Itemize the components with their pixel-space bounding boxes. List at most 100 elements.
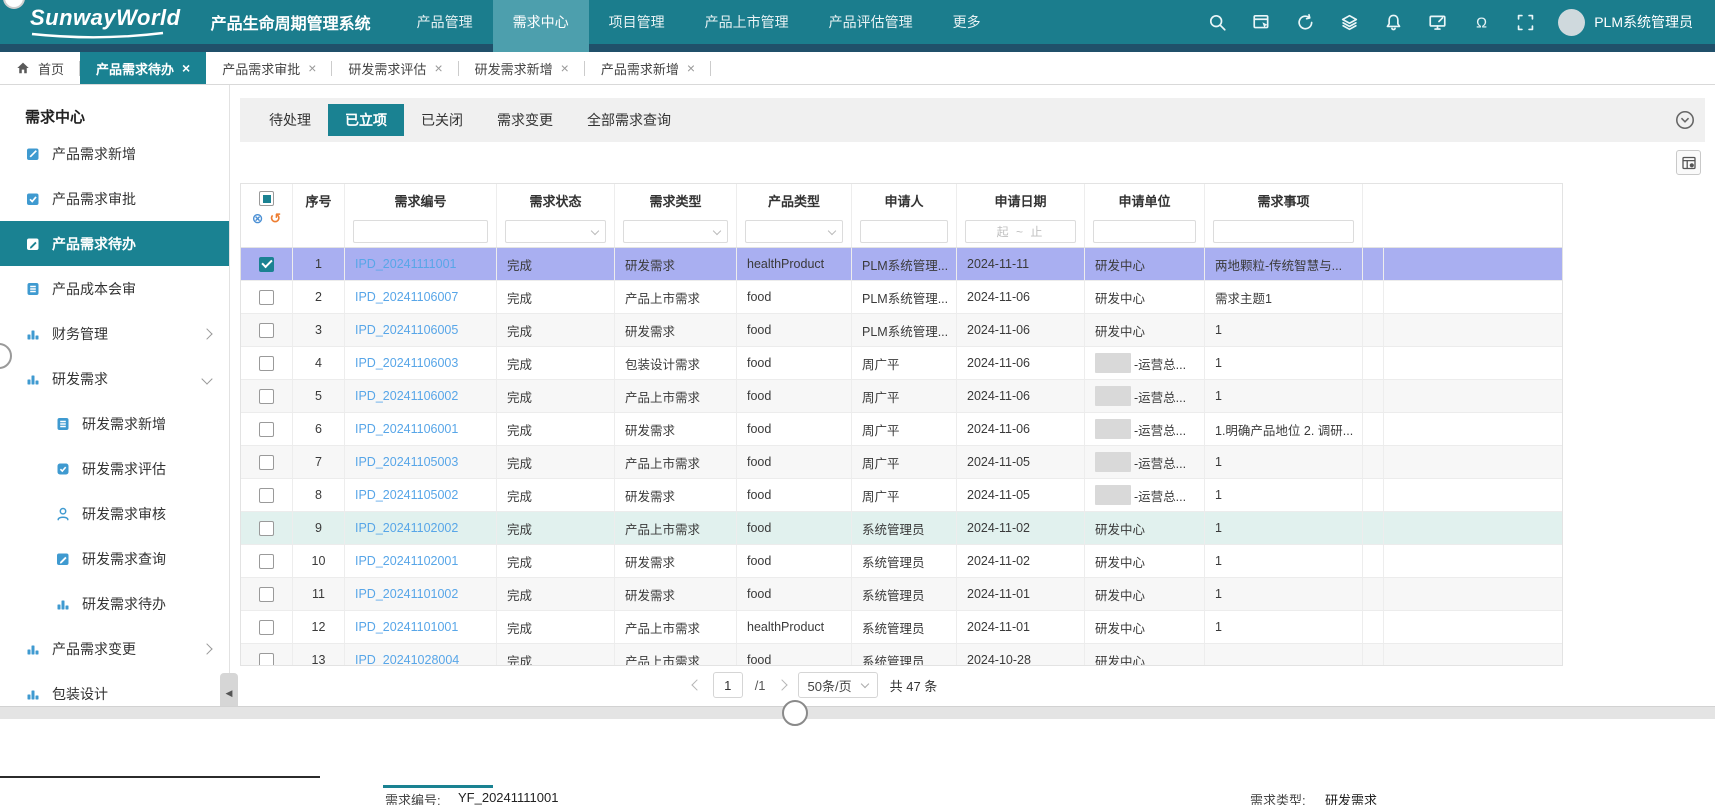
column-header-6[interactable]: 申请人 <box>852 184 957 216</box>
fullscreen-icon[interactable] <box>1510 7 1540 37</box>
row-checkbox[interactable] <box>259 389 274 404</box>
row-checkbox[interactable] <box>259 455 274 470</box>
column-header-4[interactable]: 需求类型 <box>615 184 737 216</box>
nav-item-product-mgmt[interactable]: 产品管理 <box>397 0 493 52</box>
column-header-3[interactable]: 需求状态 <box>497 184 615 216</box>
nav-item-product-launch-mgmt[interactable]: 产品上市管理 <box>685 0 809 52</box>
search-icon[interactable] <box>1202 7 1232 37</box>
filter-input[interactable] <box>353 220 488 243</box>
table-row[interactable]: 12IPD_20241101001完成产品上市需求healthProduct系统… <box>241 611 1562 644</box>
req-id-link[interactable]: IPD_20241106002 <box>355 389 458 403</box>
sidebar-item-finance-mgmt[interactable]: 财务管理 <box>0 311 229 356</box>
window-tab-product-req-todo[interactable]: 产品需求待办× <box>80 52 206 84</box>
subtab-pending[interactable]: 待处理 <box>252 104 328 136</box>
req-id-link[interactable]: IPD_20241101002 <box>355 587 458 601</box>
filter-select[interactable] <box>505 220 606 243</box>
row-checkbox[interactable] <box>259 422 274 437</box>
table-row[interactable]: 9IPD_20241102002完成产品上市需求food系统管理员2024-11… <box>241 512 1562 545</box>
sidebar-item-rd-req-audit[interactable]: 研发需求审核 <box>0 491 229 536</box>
omega-icon[interactable]: Ω <box>1466 7 1496 37</box>
user-box[interactable]: PLM系统管理员 <box>1550 0 1715 52</box>
row-checkbox[interactable] <box>259 587 274 602</box>
table-row[interactable]: 10IPD_20241102001完成研发需求food系统管理员2024-11-… <box>241 545 1562 578</box>
row-checkbox[interactable] <box>259 356 274 371</box>
close-icon[interactable]: × <box>182 61 190 75</box>
table-row[interactable]: 11IPD_20241101002完成研发需求food系统管理员2024-11-… <box>241 578 1562 611</box>
subtab-all-query[interactable]: 全部需求查询 <box>570 104 688 136</box>
tab-home[interactable]: 首页 <box>0 52 80 84</box>
select-all-checkbox[interactable] <box>259 191 274 206</box>
table-row[interactable]: 3IPD_20241106005完成研发需求foodPLM系统管理...2024… <box>241 314 1562 347</box>
table-row[interactable]: 2IPD_20241106007完成产品上市需求foodPLM系统管理...20… <box>241 281 1562 314</box>
table-settings-icon[interactable] <box>1676 150 1701 175</box>
table-row[interactable]: 6IPD_20241106001完成研发需求food周广平2024-11-06-… <box>241 413 1562 446</box>
filter-input[interactable] <box>860 220 948 243</box>
current-page[interactable]: 1 <box>713 672 743 698</box>
column-header-7[interactable]: 申请日期 <box>957 184 1085 216</box>
req-id-link[interactable]: IPD_20241102002 <box>355 521 458 535</box>
row-checkbox[interactable] <box>259 257 274 272</box>
sidebar-item-product-req-add[interactable]: 产品需求新增 <box>0 131 229 176</box>
chevron-down-circle-icon[interactable] <box>1675 110 1695 130</box>
horizontal-splitter[interactable] <box>0 706 1715 719</box>
row-checkbox[interactable] <box>259 488 274 503</box>
nav-item-more[interactable]: 更多 <box>933 0 1001 52</box>
req-id-link[interactable]: IPD_20241111001 <box>355 257 456 271</box>
column-header-8[interactable]: 申请单位 <box>1085 184 1205 216</box>
filter-select[interactable] <box>623 220 728 243</box>
nav-item-project-mgmt[interactable]: 项目管理 <box>589 0 685 52</box>
table-row[interactable]: 7IPD_20241105003完成产品上市需求food周广平2024-11-0… <box>241 446 1562 479</box>
next-page-icon[interactable] <box>776 679 787 690</box>
layers-icon[interactable] <box>1334 7 1364 37</box>
prev-page-icon[interactable] <box>691 679 702 690</box>
sidebar-item-product-req-change[interactable]: 产品需求变更 <box>0 626 229 671</box>
splitter-drag-handle[interactable] <box>782 700 808 726</box>
row-checkbox[interactable] <box>259 620 274 635</box>
req-id-link[interactable]: IPD_20241106001 <box>355 422 458 436</box>
table-row[interactable]: 4IPD_20241106003完成包装设计需求food周广平2024-11-0… <box>241 347 1562 380</box>
window-tab-product-req-add[interactable]: 产品需求新增× <box>585 52 711 84</box>
filter-date-range[interactable]: 起 ~ 止 <box>965 220 1076 243</box>
subtab-closed[interactable]: 已关闭 <box>404 104 480 136</box>
row-checkbox[interactable] <box>259 653 274 666</box>
table-row[interactable]: 13IPD_20241028004完成产品上市需求food系统管理员2024-1… <box>241 644 1562 665</box>
page-size-select[interactable]: 50条/页 <box>798 672 878 698</box>
close-icon[interactable]: × <box>561 61 569 75</box>
nav-item-requirement-center[interactable]: 需求中心 <box>493 0 589 52</box>
req-id-link[interactable]: IPD_20241101001 <box>355 620 458 634</box>
table-row[interactable]: 5IPD_20241106002完成产品上市需求food周广平2024-11-0… <box>241 380 1562 413</box>
subtab-approved[interactable]: 已立项 <box>328 104 404 136</box>
window-tab-rd-req-add[interactable]: 研发需求新增× <box>459 52 585 84</box>
req-id-link[interactable]: IPD_20241105002 <box>355 488 458 502</box>
sidebar-item-product-req-approval[interactable]: 产品需求审批 <box>0 176 229 221</box>
sidebar-item-rd-req-evaluate[interactable]: 研发需求评估 <box>0 446 229 491</box>
close-icon[interactable]: × <box>434 61 442 75</box>
req-id-link[interactable]: IPD_20241102001 <box>355 554 458 568</box>
form-cursor-icon[interactable] <box>1246 7 1276 37</box>
refresh-icon[interactable] <box>1290 7 1320 37</box>
monitor-edit-icon[interactable] <box>1422 7 1452 37</box>
close-icon[interactable]: × <box>687 61 695 75</box>
bell-icon[interactable] <box>1378 7 1408 37</box>
req-id-link[interactable]: IPD_20241106003 <box>355 356 458 370</box>
sidebar-item-rd-req-add[interactable]: 研发需求新增 <box>0 401 229 446</box>
filter-select[interactable] <box>745 220 843 243</box>
window-tab-product-req-approval[interactable]: 产品需求审批× <box>206 52 332 84</box>
sidebar-item-rd-req-todo[interactable]: 研发需求待办 <box>0 581 229 626</box>
row-checkbox[interactable] <box>259 521 274 536</box>
column-header-1[interactable]: 序号 <box>293 184 345 216</box>
brand-logo[interactable]: SunwayWorld <box>0 0 207 52</box>
filter-input[interactable] <box>1093 220 1196 243</box>
nav-item-product-eval-mgmt[interactable]: 产品评估管理 <box>809 0 933 52</box>
window-tab-rd-req-evaluate[interactable]: 研发需求评估× <box>332 52 458 84</box>
table-row[interactable]: 1IPD_20241111001完成研发需求healthProductPLM系统… <box>241 248 1562 281</box>
req-id-link[interactable]: IPD_20241106007 <box>355 290 458 304</box>
column-header-5[interactable]: 产品类型 <box>737 184 852 216</box>
sidebar-item-product-cost-review[interactable]: 产品成本会审 <box>0 266 229 311</box>
close-icon[interactable]: × <box>308 61 316 75</box>
row-checkbox[interactable] <box>259 554 274 569</box>
subtab-req-change[interactable]: 需求变更 <box>480 104 570 136</box>
req-id-link[interactable]: IPD_20241106005 <box>355 323 458 337</box>
column-header-2[interactable]: 需求编号 <box>345 184 497 216</box>
column-header-9[interactable]: 需求事项 <box>1205 184 1363 216</box>
